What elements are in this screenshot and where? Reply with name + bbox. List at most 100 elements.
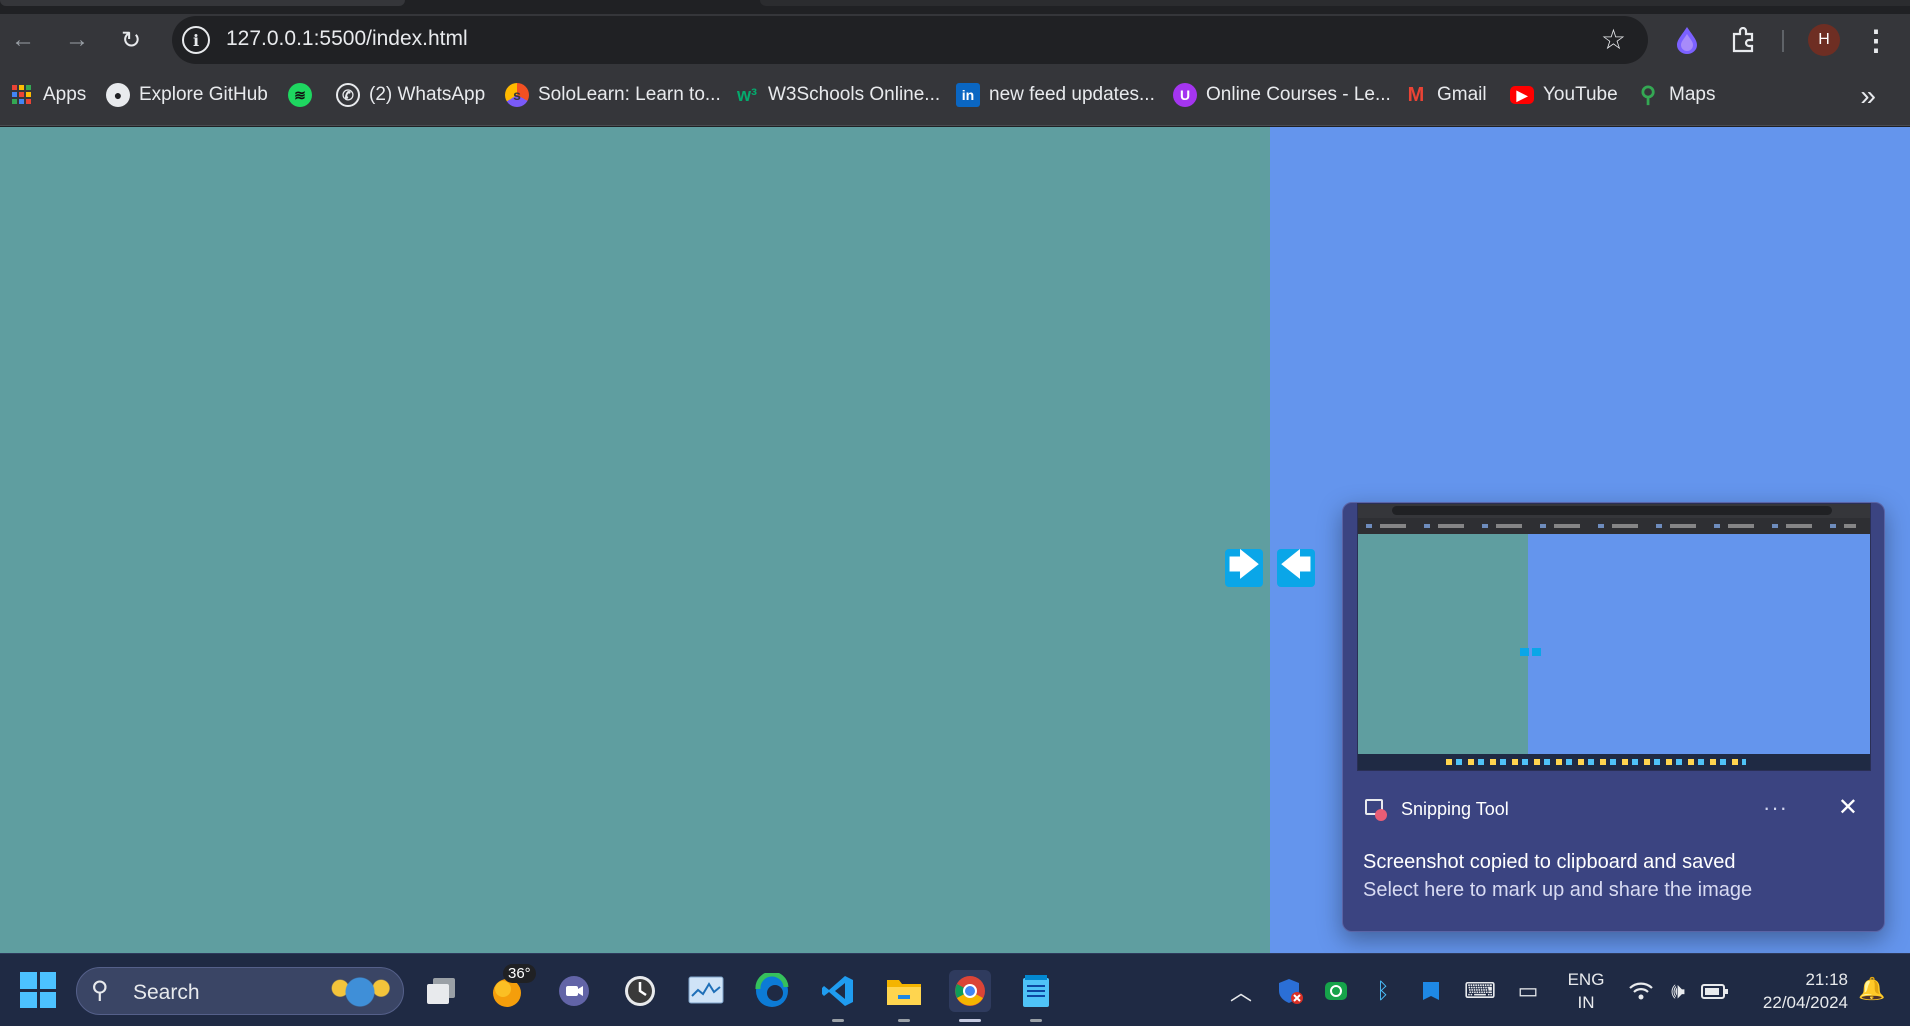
running-indicator xyxy=(832,1019,844,1022)
bookmark-spotify[interactable]: ≋ xyxy=(288,80,321,110)
apps-grid-icon xyxy=(10,83,34,107)
site-info-icon[interactable]: i xyxy=(182,26,210,54)
show-hidden-icons-chevron-icon[interactable]: ︿ xyxy=(1230,976,1252,1006)
thumbnail-toolbar xyxy=(1358,504,1870,518)
bookmark-label: Apps xyxy=(43,84,87,105)
region-code: IN xyxy=(1577,993,1595,1012)
arrow-right-button[interactable]: 🡆 xyxy=(1225,549,1263,587)
thumbnail-taskbar xyxy=(1358,754,1870,770)
toast-close-icon[interactable]: ✕ xyxy=(1838,793,1858,822)
keyboard-icon[interactable]: ⌨ xyxy=(1464,976,1496,1006)
notifications-bell-icon[interactable]: 🔔 xyxy=(1858,976,1885,1002)
bookmark-label: Online Courses - Le... xyxy=(1206,84,1391,105)
language-code: ENG xyxy=(1567,970,1605,989)
task-view-icon[interactable] xyxy=(420,970,462,1012)
bookmark-udemy[interactable]: U Online Courses - Le... xyxy=(1173,80,1391,110)
chrome-icon[interactable] xyxy=(949,970,991,1022)
bookmark-maps[interactable]: ⚲ Maps xyxy=(1636,80,1716,110)
thumbnail-left-panel xyxy=(1358,534,1528,756)
bookmark-w3schools[interactable]: w³ W3Schools Online... xyxy=(735,80,940,110)
chrome-menu-icon[interactable]: ⋮ xyxy=(1862,24,1890,56)
edge-browser-icon[interactable] xyxy=(751,970,793,1012)
bookmark-label: Maps xyxy=(1669,84,1716,105)
url-text[interactable]: 127.0.0.1:5500/index.html xyxy=(226,27,468,51)
bookmark-sololearn[interactable]: s SoloLearn: Learn to... xyxy=(505,80,721,110)
bookmark-github[interactable]: ● Explore GitHub xyxy=(106,80,268,110)
wifi-icon[interactable] xyxy=(1626,976,1656,1006)
tab-strip xyxy=(0,0,1910,14)
bookmark-label: SoloLearn: Learn to... xyxy=(538,84,721,105)
clock-app-icon[interactable] xyxy=(619,970,661,1012)
browser-toolbar: ← → ↻ i 127.0.0.1:5500/index.html ☆ H ⋮ xyxy=(0,14,1910,66)
running-indicator xyxy=(959,1019,981,1022)
gmail-icon: M xyxy=(1407,83,1425,106)
linkedin-icon: in xyxy=(956,83,980,107)
bookmark-label: Gmail xyxy=(1437,84,1487,105)
windows-start-icon[interactable] xyxy=(20,972,56,1008)
snipping-tool-notification[interactable]: Snipping Tool ··· ✕ Screenshot copied to… xyxy=(1342,502,1885,932)
whatsapp-icon: ✆ xyxy=(336,83,360,107)
bookmark-gmail[interactable]: M Gmail xyxy=(1404,80,1487,110)
active-tab-edge[interactable] xyxy=(0,0,405,6)
snipping-tool-icon xyxy=(1363,797,1387,821)
performance-monitor-icon[interactable] xyxy=(685,970,727,1012)
thumbnail-taskbar-icons xyxy=(1446,759,1746,765)
toast-more-options-icon[interactable]: ··· xyxy=(1763,795,1788,821)
forward-arrow-icon[interactable]: → xyxy=(59,22,95,58)
screenshot-thumbnail[interactable] xyxy=(1357,503,1871,771)
toolbar-separator xyxy=(1782,30,1784,52)
teams-chat-icon[interactable] xyxy=(553,970,595,1012)
address-bar[interactable]: i 127.0.0.1:5500/index.html ☆ xyxy=(172,16,1648,64)
thumbnail-address-bar xyxy=(1392,506,1832,515)
spotify-icon: ≋ xyxy=(288,83,312,107)
profile-avatar[interactable]: H xyxy=(1808,24,1840,56)
youtube-icon: ▶ xyxy=(1510,86,1534,104)
battery-icon[interactable] xyxy=(1700,976,1730,1006)
toast-title: Screenshot copied to clipboard and saved xyxy=(1363,851,1736,873)
display-icon[interactable]: ▭ xyxy=(1514,976,1542,1006)
bookmark-star-icon[interactable]: ☆ xyxy=(1601,23,1626,56)
onedrive-folder-icon[interactable] xyxy=(1418,976,1444,1006)
extensions-puzzle-icon[interactable] xyxy=(1726,24,1760,56)
inactive-tab-edge[interactable] xyxy=(760,0,1910,6)
bluetooth-icon[interactable]: ᛒ xyxy=(1372,976,1394,1006)
weather-temperature-badge: 36° xyxy=(503,964,536,983)
language-indicator[interactable]: ENG IN xyxy=(1566,968,1606,1014)
thumbnail-arrow-buttons xyxy=(1520,648,1542,656)
notepad-icon[interactable] xyxy=(1015,970,1057,1022)
arrow-left-button[interactable]: 🡄 xyxy=(1277,549,1315,587)
bookmark-apps[interactable]: Apps xyxy=(10,80,86,110)
w3schools-icon: w³ xyxy=(737,84,757,105)
bookmark-label: W3Schools Online... xyxy=(768,84,941,105)
windows-taskbar: ⚲ Search 36° ︿ ᛒ ⌨ ▭ ENG IN 🕪 21:18 22/0… xyxy=(0,953,1910,1026)
more-bookmarks-icon[interactable]: » xyxy=(1860,80,1876,112)
bookmark-label: Explore GitHub xyxy=(139,84,268,105)
bookmark-linkedin[interactable]: in new feed updates... xyxy=(956,80,1155,110)
phone-link-icon[interactable] xyxy=(1323,976,1349,1006)
toast-body: Select here to mark up and share the ima… xyxy=(1363,879,1753,901)
bookmark-label: YouTube xyxy=(1543,84,1618,105)
windows-security-icon[interactable] xyxy=(1276,976,1304,1006)
toast-header: Snipping Tool ··· ✕ xyxy=(1363,793,1868,825)
back-arrow-icon[interactable]: ← xyxy=(5,22,41,58)
clock-time: 21:18 xyxy=(1805,970,1848,989)
volume-icon[interactable]: 🕪 xyxy=(1664,976,1692,1006)
github-icon: ● xyxy=(106,83,130,107)
sololearn-icon: s xyxy=(505,83,529,107)
taskbar-search-box[interactable]: ⚲ Search xyxy=(76,967,404,1015)
search-label: Search xyxy=(133,981,200,1004)
running-indicator xyxy=(898,1019,910,1022)
running-indicator xyxy=(1030,1019,1042,1022)
bookmark-whatsapp[interactable]: ✆ (2) WhatsApp xyxy=(336,80,485,110)
bookmarks-bar: Apps ● Explore GitHub ≋ ✆ (2) WhatsApp s… xyxy=(0,66,1910,126)
reload-icon[interactable]: ↻ xyxy=(113,22,149,58)
bookmark-youtube[interactable]: ▶ YouTube xyxy=(1510,80,1618,110)
bookmark-label: new feed updates... xyxy=(989,84,1155,105)
search-icon: ⚲ xyxy=(91,977,109,1004)
extension-drop-icon[interactable] xyxy=(1671,24,1703,56)
system-clock[interactable]: 21:18 22/04/2024 xyxy=(1744,968,1848,1014)
vscode-icon[interactable] xyxy=(817,970,859,1022)
file-explorer-icon[interactable] xyxy=(883,970,925,1022)
udemy-icon: U xyxy=(1173,83,1197,107)
thumbnail-bookmark-marks xyxy=(1366,524,1856,528)
